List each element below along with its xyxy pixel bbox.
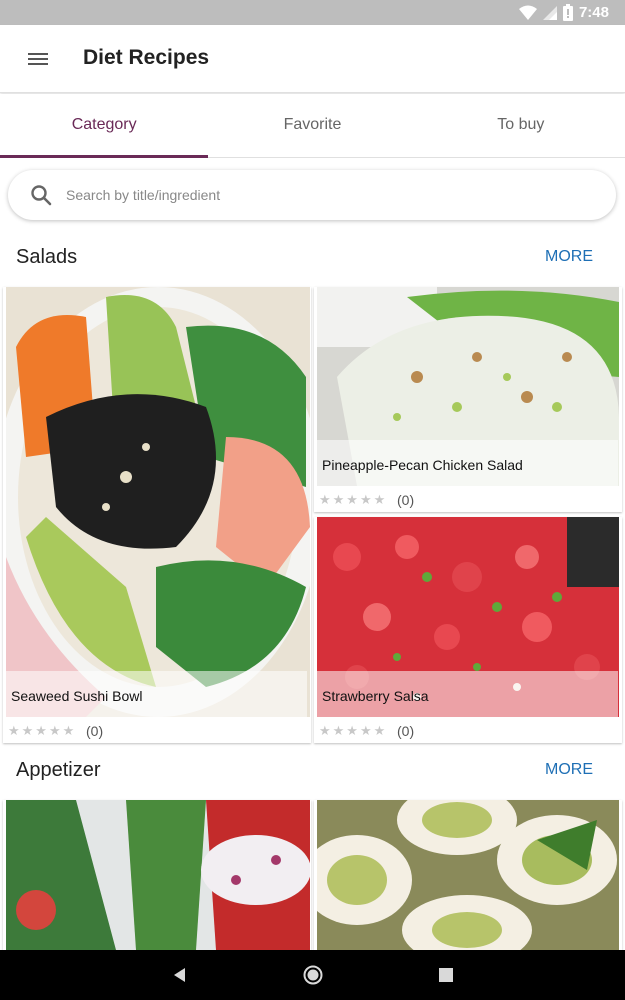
recipe-caption: Strawberry Salsa: [317, 671, 618, 717]
home-button[interactable]: [301, 963, 325, 987]
rating-stars: ★★★★★: [8, 723, 77, 738]
recipe-image: [6, 800, 310, 950]
recipe-card-pineapple-pecan-chicken-salad[interactable]: Pineapple-Pecan Chicken Salad ★★★★★ (0): [314, 287, 622, 512]
app-bar: Diet Recipes: [0, 25, 625, 93]
rating-count: (0): [397, 492, 415, 508]
recipe-title: Pineapple-Pecan Chicken Salad: [322, 457, 523, 473]
status-bar: 7:48: [0, 0, 625, 25]
more-salads-link[interactable]: MORE: [545, 248, 593, 266]
section-title: Appetizer: [16, 759, 101, 781]
tab-category[interactable]: Category: [0, 94, 209, 158]
back-icon: [174, 968, 185, 982]
recipe-image: [317, 800, 619, 950]
rating-stars: ★★★★★: [319, 492, 388, 507]
menu-button[interactable]: [22, 45, 54, 73]
app-title: Diet Recipes: [83, 46, 210, 69]
hamburger-menu-icon: [28, 53, 48, 65]
section-header-salads: Salads MORE: [0, 238, 625, 278]
wifi-icon: [518, 5, 537, 20]
search-input[interactable]: [66, 170, 586, 220]
more-appetizer-link[interactable]: MORE: [545, 761, 593, 779]
recents-icon: [439, 968, 453, 982]
recents-button[interactable]: [434, 963, 458, 987]
status-icons: 7:48: [518, 3, 609, 22]
rating-count: (0): [397, 723, 415, 739]
recipe-caption: Seaweed Sushi Bowl: [6, 671, 307, 717]
back-button[interactable]: [168, 963, 192, 987]
recipe-card-appetizer-1[interactable]: [3, 800, 311, 950]
recipe-card-strawberry-salsa[interactable]: Strawberry Salsa ★★★★★ (0): [314, 517, 622, 743]
home-icon: [303, 965, 323, 985]
section-header-appetizer: Appetizer MORE: [0, 751, 625, 791]
tab-favorite[interactable]: Favorite: [208, 94, 416, 157]
search-bar[interactable]: [8, 170, 616, 220]
recipe-title: Seaweed Sushi Bowl: [11, 688, 143, 704]
tab-bar: Category Favorite To buy: [0, 94, 625, 158]
rating-count: (0): [86, 723, 104, 739]
tab-to-buy[interactable]: To buy: [417, 94, 625, 157]
navigation-bar: [0, 950, 625, 1000]
recipe-card-seaweed-sushi-bowl[interactable]: Seaweed Sushi Bowl ★★★★★ (0): [3, 287, 311, 743]
battery-icon: [562, 4, 573, 21]
status-time: 7:48: [578, 4, 609, 21]
section-title: Salads: [16, 246, 78, 268]
recipe-title: Strawberry Salsa: [322, 688, 429, 704]
recipe-card-appetizer-2[interactable]: [314, 800, 622, 950]
search-icon: [31, 185, 52, 206]
recipe-caption: Pineapple-Pecan Chicken Salad: [317, 440, 618, 486]
rating-stars: ★★★★★: [319, 723, 388, 738]
recipe-image: [6, 287, 310, 717]
signal-icon: [542, 5, 557, 20]
